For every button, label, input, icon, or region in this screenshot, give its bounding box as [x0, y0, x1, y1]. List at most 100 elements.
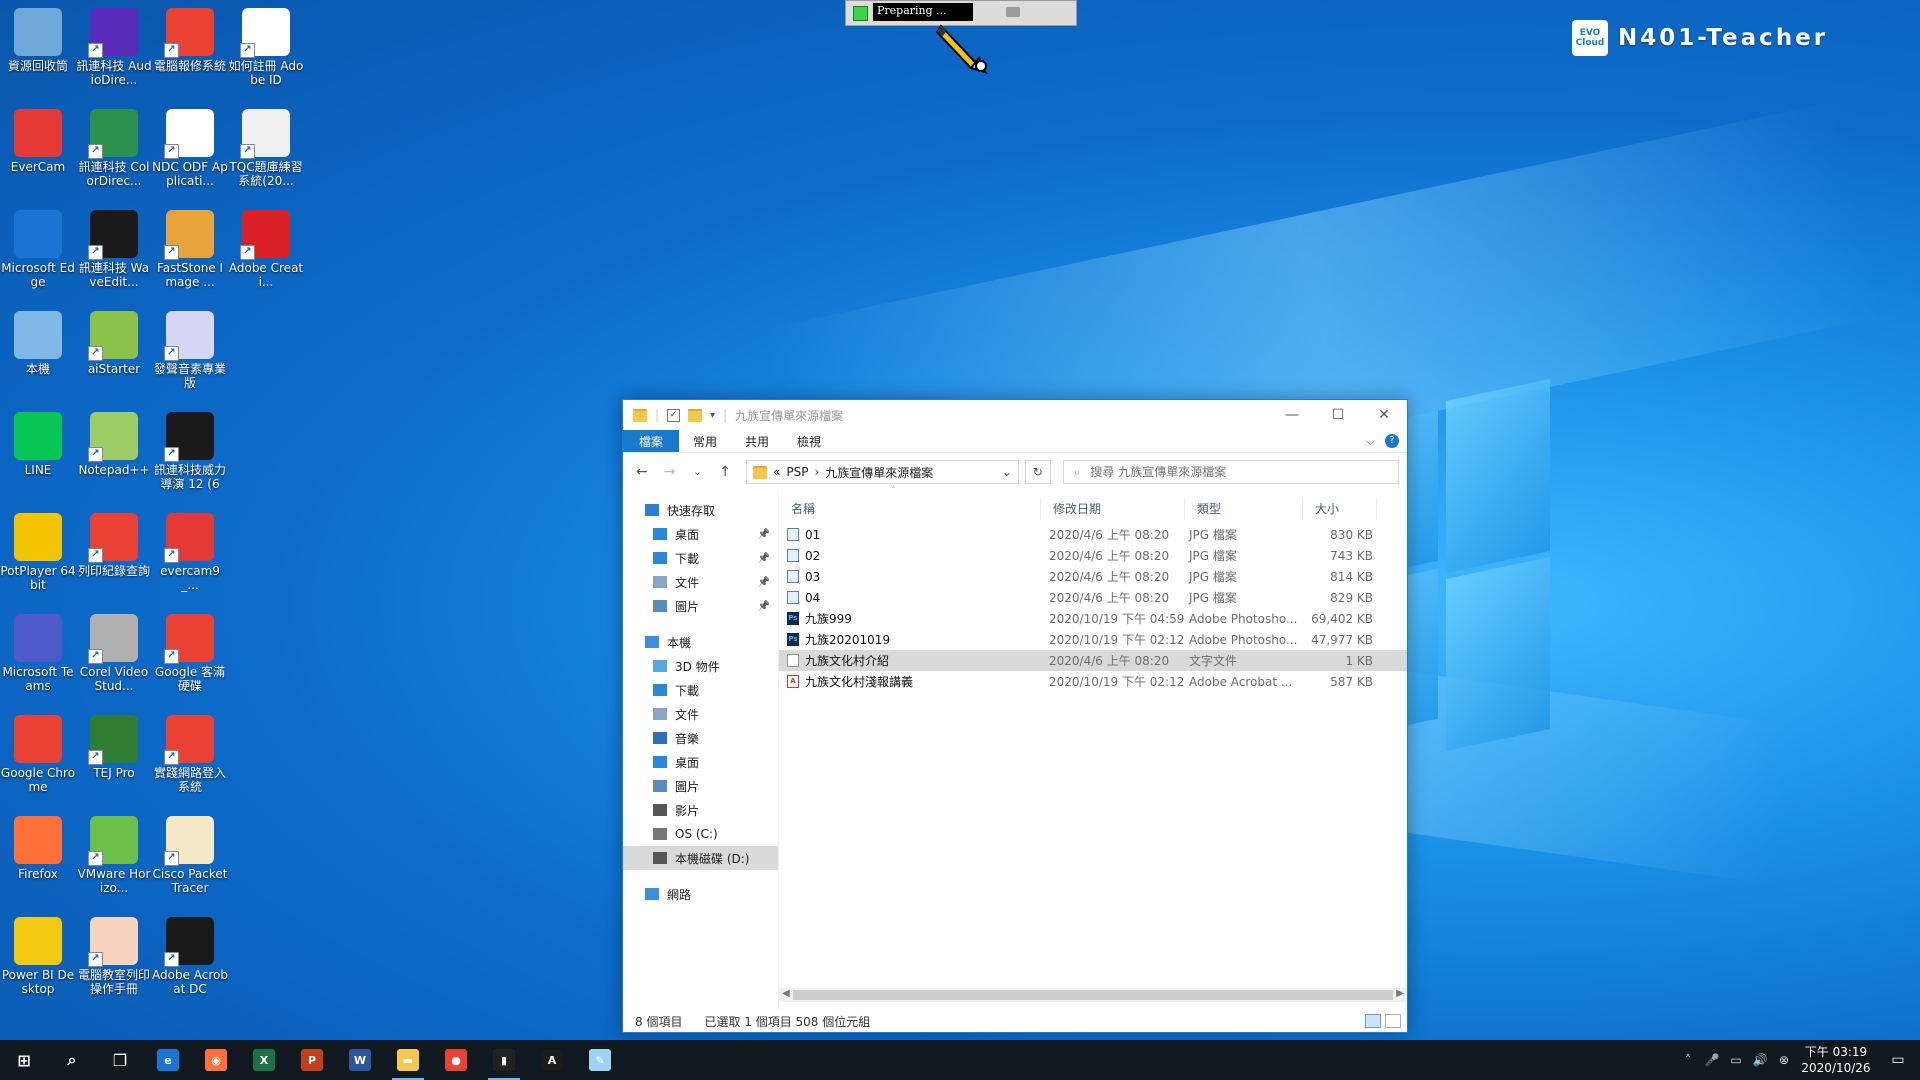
microphone-icon[interactable]: 🎤: [1700, 1053, 1724, 1067]
column-name[interactable]: 名稱: [779, 498, 1041, 520]
show-hidden-icons[interactable]: ˄: [1676, 1053, 1700, 1067]
nav-item[interactable]: 下載 📌: [623, 546, 778, 570]
desktop-shortcut[interactable]: ↗ 電腦報修系統: [152, 4, 228, 73]
desktop-shortcut[interactable]: ↗ Notepad++: [76, 408, 152, 477]
desktop-shortcut[interactable]: ↗ Adobe Creati...: [228, 206, 304, 289]
desktop-shortcut[interactable]: ↗ NDC ODF Applicati...: [152, 105, 228, 188]
scroll-right-icon[interactable]: ▶: [1396, 988, 1404, 999]
address-bar[interactable]: « PSP › 九族宣傳單來源檔案 ⌄: [746, 460, 1019, 484]
file-row[interactable]: 02 2020/4/6 上午 08:20 JPG 檔案 743 KB: [779, 545, 1407, 566]
pin-icon[interactable]: 📌: [758, 553, 770, 564]
pin-icon[interactable]: 📌: [758, 601, 770, 612]
volume-icon[interactable]: 🔊: [1748, 1053, 1772, 1067]
tab-view[interactable]: 檢視: [783, 430, 835, 452]
desktop-shortcut[interactable]: ↗ 列印紀錄查詢: [76, 509, 152, 578]
tab-home[interactable]: 常用: [679, 430, 731, 452]
taskbar-powerpoint[interactable]: P: [288, 1040, 336, 1080]
desktop-shortcut[interactable]: ↗ TEJ Pro: [76, 711, 152, 780]
desktop-shortcut[interactable]: 本機: [0, 307, 76, 376]
desktop-shortcut[interactable]: ↗ Adobe Acrobat DC: [152, 913, 228, 996]
file-row[interactable]: Ps 九族20201019 2020/10/19 下午 02:12 Adobe Pho…: [779, 629, 1407, 650]
maximize-button[interactable]: ☐: [1315, 400, 1361, 430]
desktop-shortcut[interactable]: Firefox: [0, 812, 76, 881]
desktop-shortcut[interactable]: ↗ 如何註冊 Adobe ID: [228, 4, 304, 87]
nav-item[interactable]: 文件: [623, 702, 778, 726]
desktop-shortcut[interactable]: Google Chrome: [0, 711, 76, 794]
taskbar-file-explorer[interactable]: ▬: [384, 1040, 432, 1080]
taskbar-notepad[interactable]: ✎: [576, 1040, 624, 1080]
scroll-left-icon[interactable]: ◀: [782, 988, 790, 999]
nav-item[interactable]: 本機: [623, 630, 778, 654]
search-box[interactable]: ⌕: [1062, 460, 1400, 484]
camera-icon[interactable]: [1006, 7, 1020, 17]
breadcrumb-psp[interactable]: PSP: [786, 465, 808, 479]
desktop-shortcut[interactable]: ↗ aiStarter: [76, 307, 152, 376]
desktop-shortcut[interactable]: ↗ FastStone Image ...: [152, 206, 228, 289]
file-row[interactable]: 九族文化村介紹 2020/4/6 上午 08:20 文字文件 1 KB: [779, 650, 1407, 671]
close-button[interactable]: ✕: [1361, 400, 1407, 430]
nav-item[interactable]: 文件 📌: [623, 570, 778, 594]
column-size[interactable]: 大小: [1303, 498, 1377, 520]
file-row[interactable]: 04 2020/4/6 上午 08:20 JPG 檔案 829 KB: [779, 587, 1407, 608]
clock[interactable]: 下午 03:19 2020/10/26: [1796, 1044, 1876, 1076]
desktop-shortcut[interactable]: ↗ 實踐網路登入系統: [152, 711, 228, 794]
desktop-shortcut[interactable]: ↗ 訊連科技 WaveEdit...: [76, 206, 152, 289]
file-row[interactable]: 01 2020/4/6 上午 08:20 JPG 檔案 830 KB: [779, 524, 1407, 545]
scrollbar-thumb[interactable]: [793, 990, 1393, 1000]
nav-item[interactable]: 圖片 📌: [623, 594, 778, 618]
column-date[interactable]: 修改日期: [1041, 498, 1185, 520]
file-explorer-window[interactable]: | ✓ ▾ | 九族宣傳單來源檔案 — ☐ ✕ 檔案 常用 共用 檢視 ⌵ ? …: [622, 399, 1408, 1033]
desktop-shortcut[interactable]: ↗ 訊連科技 AudioDire...: [76, 4, 152, 87]
network-icon[interactable]: ▭: [1724, 1053, 1748, 1067]
file-row[interactable]: A 九族文化村淺報講義 2020/10/19 下午 02:12 Adobe Acrob…: [779, 671, 1407, 692]
search-button[interactable]: ⌕: [48, 1040, 96, 1080]
tab-file[interactable]: 檔案: [623, 430, 680, 452]
desktop-shortcut[interactable]: ↗ Cisco Packet Tracer: [152, 812, 228, 895]
recent-locations-icon[interactable]: ⌄: [687, 467, 709, 478]
desktop-shortcut[interactable]: ↗ evercam9_...: [152, 509, 228, 592]
chevron-down-icon[interactable]: ⌄: [1002, 465, 1012, 479]
breadcrumb-overflow[interactable]: «: [773, 465, 780, 479]
properties-icon[interactable]: ✓: [667, 408, 681, 422]
back-button[interactable]: ←: [631, 464, 653, 480]
pin-icon[interactable]: 📌: [758, 577, 770, 588]
taskbar-edge[interactable]: e: [144, 1040, 192, 1080]
desktop-shortcut[interactable]: ↗ 發聲音素專業版: [152, 307, 228, 390]
pin-icon[interactable]: 📌: [758, 529, 770, 540]
new-folder-icon[interactable]: [688, 408, 703, 422]
desktop-shortcut[interactable]: 資源回收筒: [0, 4, 76, 73]
expand-ribbon-icon[interactable]: ⌵: [1366, 434, 1375, 449]
column-type[interactable]: 類型: [1185, 498, 1303, 520]
horizontal-scrollbar[interactable]: ◀ ▶: [779, 988, 1407, 1002]
file-row[interactable]: 03 2020/4/6 上午 08:20 JPG 檔案 814 KB: [779, 566, 1407, 587]
minimize-button[interactable]: —: [1269, 400, 1315, 430]
nav-item[interactable]: 音樂: [623, 726, 778, 750]
desktop-shortcut[interactable]: LINE: [0, 408, 76, 477]
large-icons-view-icon[interactable]: [1385, 1014, 1401, 1028]
start-button[interactable]: ⊞: [0, 1040, 48, 1080]
task-view-button[interactable]: ❐: [96, 1040, 144, 1080]
details-view-icon[interactable]: [1365, 1014, 1381, 1028]
tab-share[interactable]: 共用: [731, 430, 783, 452]
nav-item[interactable]: OS (C:): [623, 822, 778, 846]
desktop-shortcut[interactable]: ↗ 訊連科技 ColorDirec...: [76, 105, 152, 188]
nav-item[interactable]: 網路: [623, 882, 778, 906]
nav-item[interactable]: 快速存取: [623, 498, 778, 522]
nav-item[interactable]: 本機磁碟 (D:): [623, 846, 778, 870]
breadcrumb-current[interactable]: 九族宣傳單來源檔案: [825, 464, 933, 481]
nav-item[interactable]: 桌面: [623, 750, 778, 774]
desktop-shortcut[interactable]: ↗ Google 客滿硬碟: [152, 610, 228, 693]
taskbar-chrome[interactable]: ●: [432, 1040, 480, 1080]
up-button[interactable]: ↑: [714, 464, 736, 480]
desktop-shortcut[interactable]: ↗訊連科技威力導演 12 (64...: [152, 408, 228, 493]
nav-item[interactable]: 桌面 📌: [623, 522, 778, 546]
refresh-button[interactable]: ↻: [1024, 460, 1051, 484]
quick-access-dropdown-icon[interactable]: ▾: [710, 410, 715, 421]
desktop-shortcut[interactable]: ↗ TQC題庫練習系統(20...: [228, 105, 304, 188]
taskbar-terminal[interactable]: ▮: [480, 1040, 528, 1080]
window-titlebar[interactable]: | ✓ ▾ | 九族宣傳單來源檔案 — ☐ ✕: [623, 400, 1407, 430]
taskbar-firefox[interactable]: ◉: [192, 1040, 240, 1080]
nav-item[interactable]: 3D 物件: [623, 654, 778, 678]
taskbar-excel[interactable]: X: [240, 1040, 288, 1080]
desktop-shortcut[interactable]: ↗ VMware Horizo...: [76, 812, 152, 895]
